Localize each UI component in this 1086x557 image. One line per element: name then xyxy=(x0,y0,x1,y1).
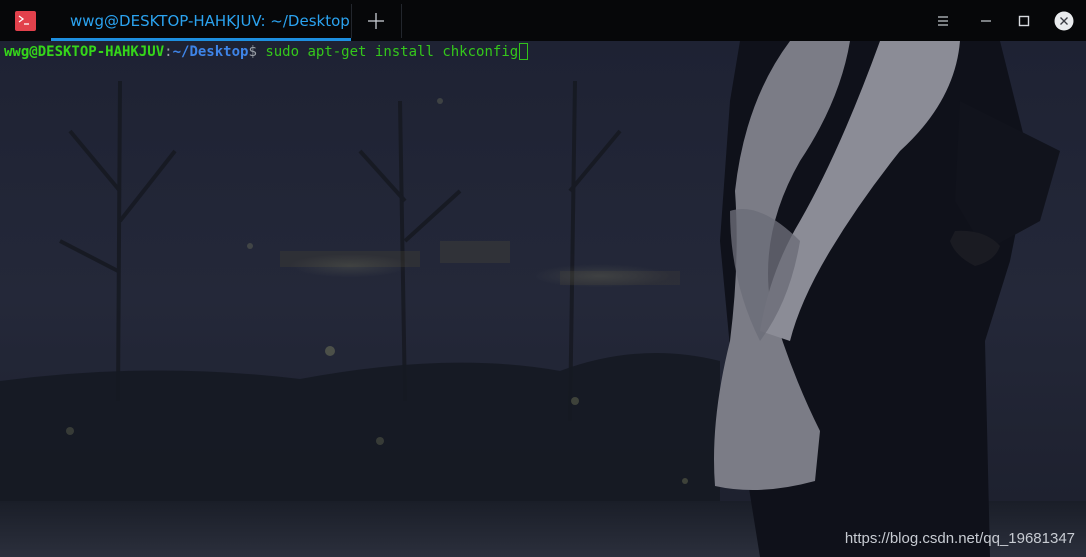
tab-title: wwg@DESKTOP-HAHKJUV: ~/Desktop xyxy=(70,12,350,30)
menu-button[interactable] xyxy=(931,9,955,33)
maximize-button[interactable] xyxy=(1012,9,1036,33)
tab-divider xyxy=(401,4,402,38)
prompt-path: ~/Desktop xyxy=(172,44,249,60)
background-wallpaper xyxy=(0,41,1086,557)
prompt-symbol: $ xyxy=(248,44,257,60)
terminal-area[interactable]: wwg@DESKTOP-HAHKJUV:~/Desktop$ sudo apt-… xyxy=(0,41,1086,557)
title-bar[interactable]: wwg@DESKTOP-HAHKJUV: ~/Desktop xyxy=(0,0,1086,41)
plus-icon xyxy=(368,13,384,29)
terminal-window: wwg@DESKTOP-HAHKJUV: ~/Desktop wwg@DESKT… xyxy=(0,0,1086,557)
maximize-icon xyxy=(1018,15,1030,27)
minimize-icon xyxy=(981,20,991,22)
close-icon xyxy=(1054,11,1074,31)
terminal-prompt-line[interactable]: wwg@DESKTOP-HAHKJUV:~/Desktop$ sudo apt-… xyxy=(4,43,529,61)
watermark-text: https://blog.csdn.net/qq_19681347 xyxy=(844,530,1075,547)
close-button[interactable] xyxy=(1052,9,1076,33)
new-tab-button[interactable] xyxy=(362,8,390,34)
prompt-user-host: wwg@DESKTOP-HAHKJUV xyxy=(4,44,165,60)
prompt-separator: : xyxy=(164,44,173,60)
menu-icon xyxy=(938,16,948,26)
minimize-button[interactable] xyxy=(974,9,998,33)
tab-divider xyxy=(351,4,352,38)
text-cursor xyxy=(519,43,529,60)
command-text: sudo apt-get install chkconfig xyxy=(256,44,519,60)
tab-active[interactable]: wwg@DESKTOP-HAHKJUV: ~/Desktop xyxy=(51,0,351,41)
tab-active-indicator xyxy=(51,38,351,41)
terminal-icon[interactable] xyxy=(15,11,36,31)
